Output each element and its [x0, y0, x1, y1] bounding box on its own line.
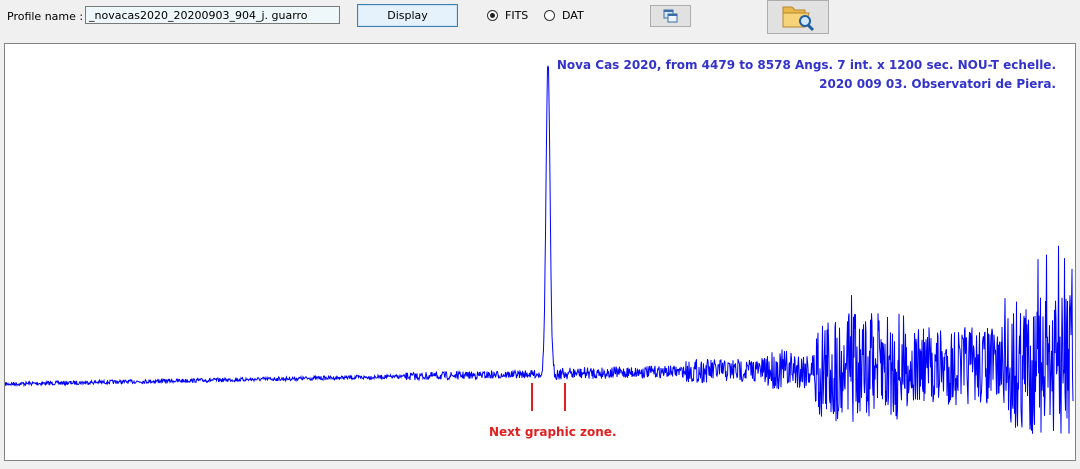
spectrum-canvas [5, 65, 1074, 434]
toolbar: Profile name : _novacas2020_20200903_904… [0, 0, 1080, 42]
display-button[interactable]: Display [357, 4, 458, 27]
spectrum-line [5, 65, 1074, 434]
zone-marker-left [531, 383, 533, 411]
radio-fits-circle[interactable] [487, 10, 498, 21]
folder-search-icon [782, 6, 815, 32]
zone-marker-right [564, 383, 566, 411]
radio-dat-label: DAT [562, 9, 584, 22]
radio-dat[interactable]: DAT [544, 9, 584, 22]
plot-title-line-2: 2020 009 03. Observatori de Piera. [819, 77, 1056, 91]
profile-name-input[interactable]: _novacas2020_20200903_904_j. guarro [85, 6, 340, 24]
radio-fits[interactable]: FITS [487, 9, 528, 22]
open-file-button[interactable] [767, 0, 829, 34]
spectrum-plot[interactable]: Nova Cas 2020, from 4479 to 8578 Angs. 7… [4, 43, 1076, 461]
profile-name-label: Profile name : [7, 10, 84, 23]
radio-fits-label: FITS [505, 9, 529, 22]
next-zone-label: Next graphic zone. [489, 425, 617, 439]
radio-dat-circle[interactable] [544, 10, 555, 21]
copy-windows-icon [663, 9, 678, 23]
copy-button[interactable] [650, 5, 691, 27]
plot-title-line-1: Nova Cas 2020, from 4479 to 8578 Angs. 7… [556, 58, 1056, 72]
